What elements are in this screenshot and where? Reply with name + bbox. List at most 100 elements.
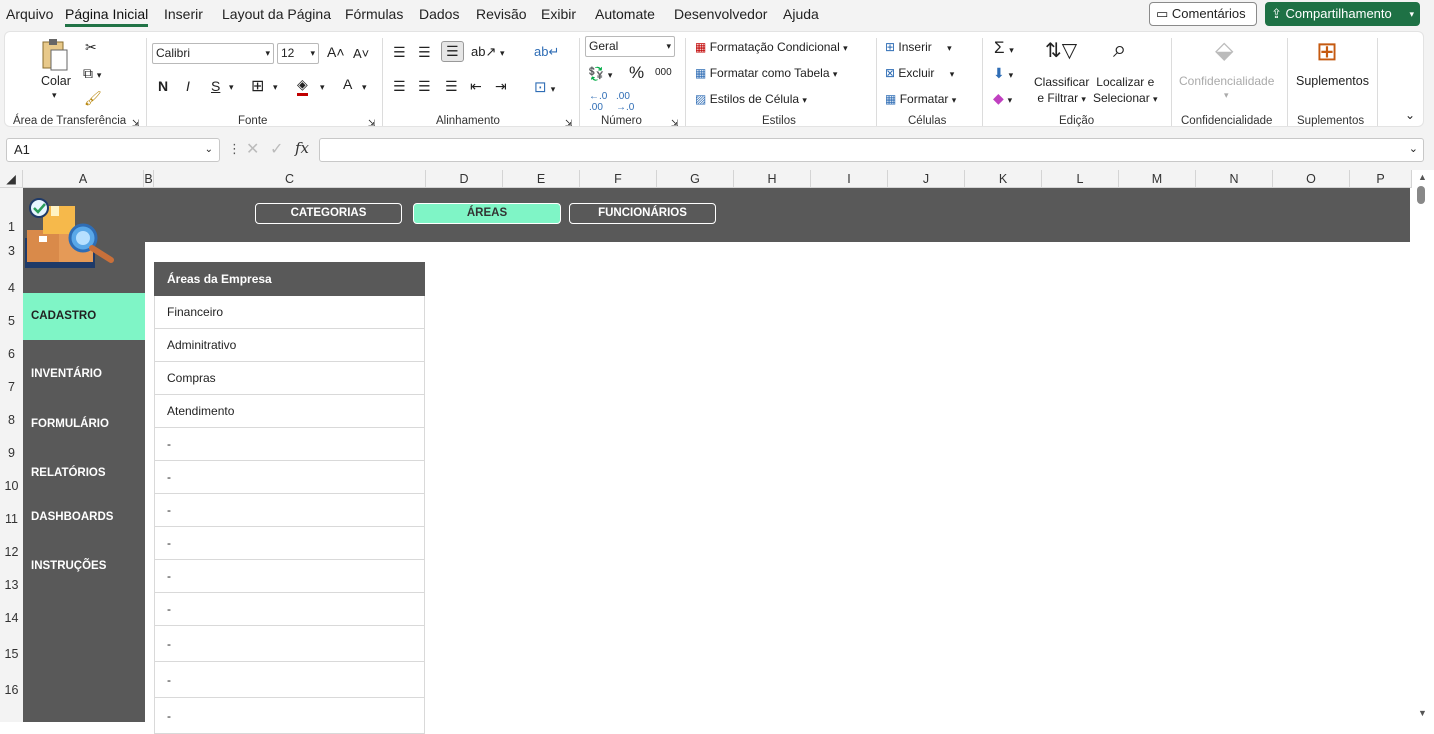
scroll-down-icon[interactable]: ▼ bbox=[1418, 708, 1427, 718]
row-header[interactable]: 11 bbox=[0, 512, 23, 526]
addins-icon[interactable]: ⊞ bbox=[1316, 36, 1338, 67]
collapse-ribbon-icon[interactable]: ⌄ bbox=[1405, 108, 1415, 122]
expand-formula-icon[interactable]: ⌄ bbox=[1409, 142, 1418, 155]
table-row[interactable]: Compras bbox=[154, 362, 425, 395]
sidebar-item-inventario[interactable]: INVENTÁRIO bbox=[23, 368, 145, 380]
column-header[interactable]: C bbox=[154, 170, 426, 188]
format-cells-button[interactable]: ▦ Formatar ▾ bbox=[885, 92, 956, 106]
confirm-icon[interactable]: ✓ bbox=[270, 139, 283, 159]
table-row[interactable]: Adminitrativo bbox=[154, 329, 425, 362]
chevron-down-icon[interactable]: ▾ bbox=[52, 90, 57, 101]
row-header[interactable]: 3 bbox=[0, 244, 23, 258]
borders-icon[interactable]: ⊞ bbox=[251, 76, 264, 96]
paste-icon[interactable] bbox=[39, 38, 69, 71]
function-icon[interactable]: fx bbox=[295, 139, 309, 157]
table-row[interactable]: Atendimento bbox=[154, 395, 425, 428]
row-header[interactable]: 7 bbox=[0, 380, 23, 394]
format-as-table-button[interactable]: ▦ Formatar como Tabela ▾ bbox=[695, 66, 837, 80]
cancel-icon[interactable]: ✕ bbox=[246, 139, 259, 159]
row-header[interactable]: 4 bbox=[0, 281, 23, 295]
column-header[interactable]: L bbox=[1042, 170, 1119, 188]
cell-styles-button[interactable]: ▨ Estilos de Célula ▾ bbox=[695, 92, 807, 106]
table-row[interactable]: - bbox=[154, 494, 425, 527]
tab-automate[interactable]: Automate bbox=[595, 6, 655, 22]
font-color-icon[interactable]: A bbox=[343, 76, 352, 92]
wrap-text-icon[interactable]: ab↵ bbox=[534, 44, 559, 60]
decrease-font-icon[interactable]: A˅ bbox=[353, 46, 369, 61]
vertical-scrollbar[interactable]: ▲ ▼ bbox=[1412, 170, 1434, 722]
find-select-icon[interactable]: ⌕ bbox=[1113, 36, 1126, 64]
select-all-corner[interactable]: ◢ bbox=[0, 170, 23, 188]
underline-button[interactable]: S bbox=[211, 78, 220, 94]
chevron-down-icon[interactable]: ▾ bbox=[229, 82, 234, 93]
table-header[interactable]: Áreas da Empresa bbox=[154, 262, 425, 296]
table-row[interactable]: - bbox=[154, 560, 425, 593]
tab-layout[interactable]: Layout da Página bbox=[222, 6, 331, 22]
align-bottom-icon[interactable]: ☰ bbox=[441, 41, 464, 62]
column-header[interactable]: B bbox=[144, 170, 154, 188]
row-header[interactable]: 5 bbox=[0, 314, 23, 328]
table-row[interactable]: - bbox=[154, 662, 425, 698]
column-header[interactable]: F bbox=[580, 170, 657, 188]
delete-cells-button[interactable]: ⊠ Excluir ▾ bbox=[885, 66, 954, 80]
thousands-icon[interactable]: 000 bbox=[655, 67, 672, 78]
italic-button[interactable]: I bbox=[186, 78, 190, 94]
chevron-down-icon[interactable]: ▾ bbox=[320, 82, 325, 93]
number-format-select[interactable]: Geral ▾ bbox=[585, 36, 675, 57]
fill-icon[interactable]: ⬇ ▾ bbox=[993, 65, 1013, 82]
scroll-up-icon[interactable]: ▲ bbox=[1418, 172, 1427, 182]
table-row[interactable]: - bbox=[154, 461, 425, 494]
tab-exibir[interactable]: Exibir bbox=[541, 6, 576, 22]
more-options-icon[interactable]: ⋮ bbox=[228, 141, 241, 157]
currency-icon[interactable]: 💱 ▾ bbox=[588, 66, 612, 82]
table-row[interactable]: - bbox=[154, 698, 425, 734]
nav-button-categorias[interactable]: CATEGORIAS bbox=[255, 203, 402, 224]
paste-label[interactable]: Colar bbox=[41, 74, 71, 88]
table-row[interactable]: - bbox=[154, 626, 425, 662]
tab-revisao[interactable]: Revisão bbox=[476, 6, 527, 22]
tab-dados[interactable]: Dados bbox=[419, 6, 459, 22]
autosum-icon[interactable]: Σ ▾ bbox=[994, 38, 1014, 58]
row-header[interactable]: 10 bbox=[0, 479, 23, 493]
column-header[interactable]: O bbox=[1273, 170, 1350, 188]
decrease-indent-icon[interactable]: ⇤ bbox=[470, 78, 482, 95]
merge-center-icon[interactable]: ⊡ ▾ bbox=[534, 78, 555, 96]
decrease-decimal-icon[interactable]: .00 →.0 bbox=[616, 91, 634, 113]
column-header[interactable]: K bbox=[965, 170, 1042, 188]
formula-input[interactable]: ⌄ bbox=[319, 138, 1424, 162]
chevron-down-icon[interactable]: ⌄ bbox=[205, 139, 213, 161]
row-header[interactable]: 1 bbox=[0, 220, 23, 234]
row-header[interactable]: 9 bbox=[0, 446, 23, 460]
fill-color-icon[interactable]: ◈ bbox=[297, 76, 308, 96]
chevron-down-icon[interactable]: ▾ bbox=[1409, 2, 1414, 26]
tab-ajuda[interactable]: Ajuda bbox=[783, 6, 819, 22]
chevron-down-icon[interactable]: ▾ bbox=[362, 82, 367, 93]
nav-button-funcionarios[interactable]: FUNCIONÁRIOS bbox=[569, 203, 716, 224]
increase-decimal-icon[interactable]: ←.0.00 bbox=[589, 91, 607, 113]
sidebar-item-instrucoes[interactable]: INSTRUÇÕES bbox=[23, 560, 145, 572]
sidebar-item-relatorios[interactable]: RELATÓRIOS bbox=[23, 467, 145, 479]
sort-filter-icon[interactable]: ⇅▽ bbox=[1045, 38, 1077, 63]
column-header[interactable]: D bbox=[426, 170, 503, 188]
align-center-icon[interactable]: ☰ bbox=[418, 78, 431, 95]
find-select-button[interactable]: Localizar e Selecionar ▾ bbox=[1093, 74, 1158, 107]
copy-icon[interactable]: ⧉ ▾ bbox=[83, 65, 101, 82]
sort-filter-button[interactable]: Classificar e Filtrar ▾ bbox=[1034, 74, 1089, 107]
dialog-launcher-icon[interactable]: ⇲ bbox=[368, 118, 376, 129]
row-header[interactable]: 14 bbox=[0, 611, 23, 625]
dialog-launcher-icon[interactable]: ⇲ bbox=[565, 118, 573, 129]
row-header[interactable]: 12 bbox=[0, 545, 23, 559]
increase-indent-icon[interactable]: ⇥ bbox=[495, 78, 507, 95]
column-header[interactable]: H bbox=[734, 170, 811, 188]
row-header[interactable]: 15 bbox=[0, 647, 23, 661]
tab-desenvolvedor[interactable]: Desenvolvedor bbox=[674, 6, 767, 22]
insert-cells-button[interactable]: ⊞ Inserir ▾ bbox=[885, 40, 952, 54]
column-header[interactable]: J bbox=[888, 170, 965, 188]
cut-icon[interactable]: ✂ bbox=[85, 39, 97, 56]
font-size-select[interactable]: 12 ▾ bbox=[277, 43, 319, 64]
increase-font-icon[interactable]: A˄ bbox=[327, 44, 345, 60]
column-header[interactable]: P bbox=[1350, 170, 1412, 188]
nav-button-areas[interactable]: ÁREAS bbox=[413, 203, 561, 224]
sidebar-item-dashboards[interactable]: DASHBOARDS bbox=[23, 511, 145, 523]
scrollbar-thumb[interactable] bbox=[1417, 186, 1425, 204]
